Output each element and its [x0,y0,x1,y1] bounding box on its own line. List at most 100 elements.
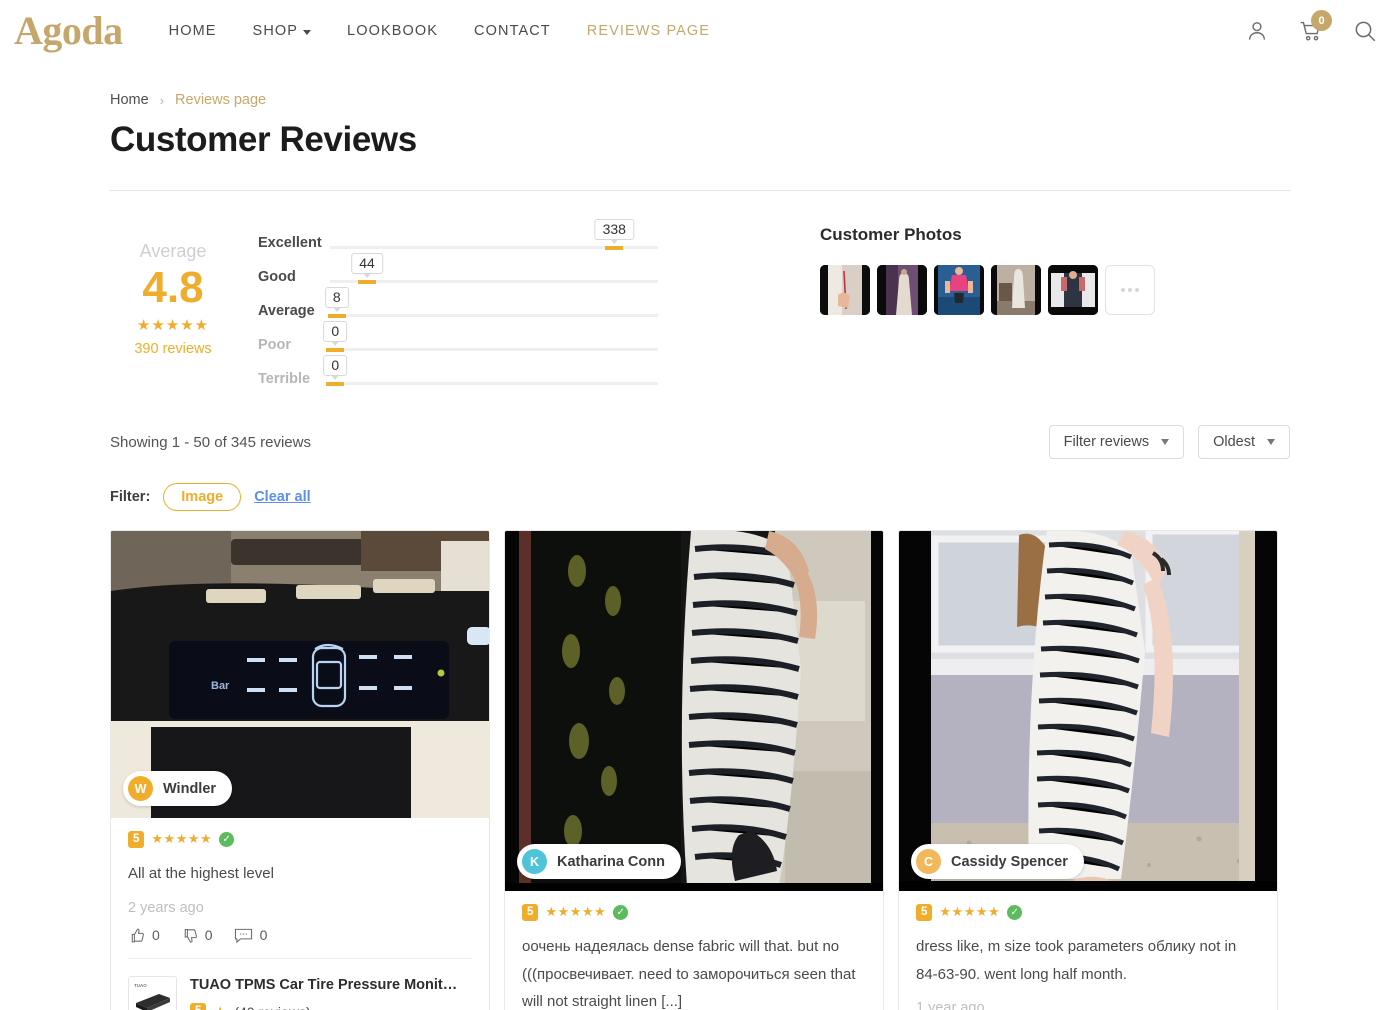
chevron-down-icon [1267,439,1275,445]
rating-bar-label: Terrible [258,371,311,387]
breadcrumb: Home › Reviews page [110,92,1290,108]
svg-text:TUAO: TUAO [134,983,147,988]
customer-photo-3[interactable] [934,265,984,315]
total-review-count[interactable]: 390 reviews [110,341,236,357]
nav-item-home[interactable]: HOME [169,23,217,39]
review-media[interactable]: C Cassidy Spencer [899,531,1277,891]
dislike-button[interactable]: 0 [181,927,213,944]
product-star-icon: ★ [213,1003,227,1010]
customer-photos-strip [820,265,1155,315]
rating-bar-marker [327,314,346,318]
customer-photos-section: Customer Photos [820,213,1155,391]
comment-button[interactable]: 0 [234,927,268,944]
rating-bar-marker [326,382,345,386]
review-date: 2 years ago [128,899,204,916]
review-reactions: 0 0 0 [128,927,472,958]
rating-distribution-chart: Excellent 338 Good 44 Average 8 Poor 0 T… [258,213,658,391]
filter-reviews-dropdown[interactable]: Filter reviews [1048,425,1185,459]
rating-bar-row[interactable]: Average 8 [258,287,658,323]
svg-text:Bar: Bar [211,680,230,692]
review-card: C Cassidy Spencer 5 ★★★★★ ✓ dress like, … [898,530,1278,1010]
more-photos-button[interactable] [1105,265,1155,315]
breadcrumb-current[interactable]: Reviews page [175,92,266,108]
page-title: Customer Reviews [110,120,417,159]
review-body: 5 ★★★★★ ✓ All at the highest level 2 yea… [111,818,489,958]
nav-item-shop[interactable]: SHOP [253,23,312,39]
nav-item-reviews-page[interactable]: REVIEWS PAGE [587,23,710,39]
review-score-badge: 5 [916,904,933,921]
customer-photo-1[interactable] [820,265,870,315]
nav-label: SHOP [252,23,299,39]
nav-label: LOOKBOOK [347,23,439,39]
review-media[interactable]: Bar W Windler [111,531,489,818]
rating-bar-row[interactable]: Good 44 [258,253,658,289]
sort-dropdown[interactable]: Oldest [1198,425,1290,459]
verified-check-icon: ✓ [219,831,235,847]
rating-bar-label: Excellent [258,235,322,251]
rating-bar-track: 0 [323,321,658,352]
rating-bar-row[interactable]: Poor 0 [258,321,658,357]
customer-photo-5[interactable] [1048,265,1098,315]
rating-bar-row[interactable]: Excellent 338 [258,219,658,255]
header-actions: 0 [1244,10,1378,44]
main-nav: HOME SHOP LOOKBOOK CONTACT REVIEWS PAGE [169,23,710,39]
search-icon[interactable] [1352,18,1378,44]
brand-logo[interactable]: Agoda [14,11,123,51]
chevron-down-icon [1161,439,1170,445]
review-rating: 5 ★★★★★ ✓ [522,904,866,921]
review-author-pill[interactable]: C Cassidy Spencer [911,844,1084,879]
review-author-pill[interactable]: W Windler [123,771,233,806]
clear-all-filters[interactable]: Clear all [254,489,310,505]
review-controls: Showing 1 - 50 of 345 reviews Filter rev… [110,425,1290,459]
cart-icon[interactable]: 0 [1298,10,1332,44]
customer-photos-title: Customer Photos [820,225,962,244]
sort-label: Oldest [1213,434,1255,450]
review-body: 5 ★★★★★ ✓ dress like, m size took parame… [899,891,1277,1010]
cart-count-badge: 0 [1311,10,1332,31]
review-author-name: Katharina Conn [557,853,665,870]
review-text: оочень надеялась dense fabric will that.… [522,937,856,1010]
filter-reviews-label: Filter reviews [1063,434,1150,450]
comment-count: 0 [259,927,268,944]
review-rating: 5 ★★★★★ ✓ [128,831,472,848]
active-filters: Filter: Image Clear all [110,483,1290,511]
filter-chip-image[interactable]: Image [163,483,242,511]
verified-check-icon: ✓ [613,904,629,920]
product-rating: 5 ★ (40 reviews) [190,1003,462,1010]
review-text: All at the highest level [128,864,274,882]
rating-bar-value: 0 [323,321,348,346]
page-content: Home › Reviews page Customer Reviews Ave… [0,92,1400,1010]
customer-photo-2[interactable] [877,265,927,315]
verified-check-icon: ✓ [1007,904,1023,920]
rating-bar-track: 44 [330,253,658,284]
review-grid: Bar W Windler 5 ★★★★★ ✓ All at the highe… [110,530,1290,1010]
average-label: Average [139,241,207,261]
review-stars: ★★★★★ [151,831,213,847]
review-score-badge: 5 [522,904,539,921]
nav-item-lookbook[interactable]: LOOKBOOK [347,23,438,39]
product-thumbnail: TUAO [128,975,177,1010]
review-control-buttons: Filter reviews Oldest [1048,425,1290,459]
chevron-down-icon [303,29,312,35]
like-button[interactable]: 0 [128,927,160,944]
review-author-pill[interactable]: K Katharina Conn [517,844,681,879]
nav-label: REVIEWS PAGE [586,23,711,39]
average-score: 4.8 [142,263,204,312]
nav-label: HOME [168,23,217,39]
review-product-reference[interactable]: TUAO TUAO TPMS Car Tire Pressure Monito.… [128,957,472,1010]
nav-item-contact[interactable]: CONTACT [474,23,551,39]
rating-bar-value: 44 [351,253,383,278]
review-author-name: Cassidy Spencer [951,853,1068,870]
site-header: Agoda HOME SHOP LOOKBOOK CONTACT REVIEWS… [0,0,1400,62]
product-info: TUAO TPMS Car Tire Pressure Monito... 5 … [190,976,462,1010]
review-media[interactable]: K Katharina Conn [505,531,883,891]
dot-icon [1128,288,1132,292]
rating-bar-label: Poor [258,337,292,353]
user-icon[interactable] [1244,18,1270,44]
header-divider [110,190,1290,191]
rating-bar-track: 8 [324,287,658,318]
breadcrumb-home[interactable]: Home [110,92,149,108]
product-name: TUAO TPMS Car Tire Pressure Monito... [190,976,462,993]
rating-bar-row[interactable]: Terrible 0 [258,355,658,391]
customer-photo-4[interactable] [991,265,1041,315]
